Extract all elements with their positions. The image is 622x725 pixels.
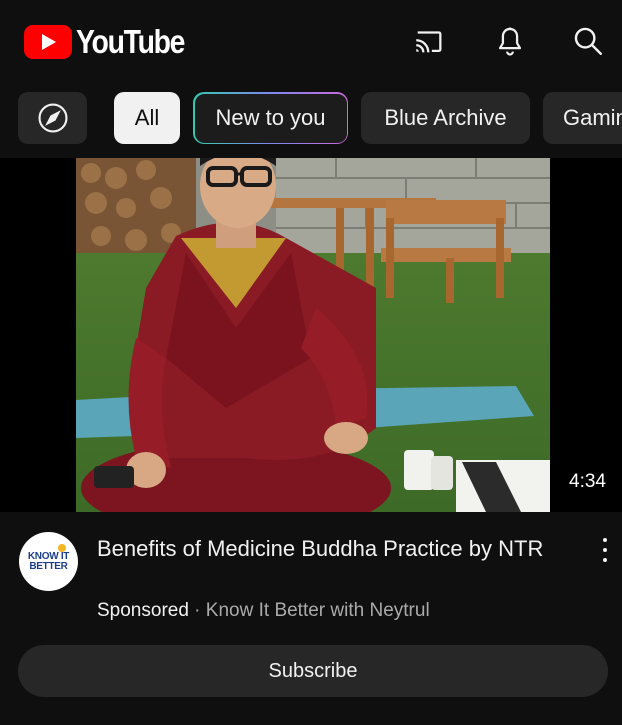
cast-icon[interactable] — [410, 22, 448, 60]
meta-separator: · — [188, 600, 206, 621]
subscribe-button[interactable]: Subscribe — [18, 645, 608, 697]
chip-new-to-you[interactable]: New to you — [193, 92, 348, 144]
video-title[interactable]: Benefits of Medicine Buddha Practice by … — [97, 535, 547, 562]
sponsored-label: Sponsored — [97, 600, 189, 621]
explore-button[interactable] — [18, 92, 87, 144]
chip-gaming[interactable]: Gaming — [543, 92, 622, 144]
compass-icon — [37, 103, 68, 133]
youtube-logo[interactable]: YouTube — [24, 23, 202, 61]
video-duration-badge: 4:34 — [563, 468, 612, 496]
chip-new-to-you-label: New to you — [194, 93, 347, 143]
filter-chips-bar: All New to you Blue Archive Gaming — [0, 92, 622, 146]
video-subline: Sponsored · Know It Better with Neytrul — [97, 600, 430, 622]
video-player[interactable]: 4:34 — [0, 158, 622, 512]
video-thumbnail — [76, 158, 550, 512]
chip-all[interactable]: All — [114, 92, 180, 144]
logo-text: YouTube — [76, 23, 185, 60]
more-options-icon[interactable] — [596, 535, 614, 565]
avatar-text-line1: KNOW IT — [27, 550, 70, 562]
top-app-bar: YouTube — [0, 0, 622, 82]
youtube-play-logo-icon — [24, 25, 72, 59]
avatar-decoration — [58, 544, 66, 552]
channel-avatar[interactable]: KNOW IT BETTER — [19, 532, 78, 591]
avatar-text-line2: BETTER — [29, 560, 68, 572]
channel-name[interactable]: Know It Better with Neytrul — [206, 600, 430, 621]
chip-blue-archive[interactable]: Blue Archive — [361, 92, 530, 144]
bell-icon[interactable] — [491, 22, 529, 60]
thumbnail-image — [76, 158, 550, 512]
search-icon[interactable] — [569, 22, 607, 60]
